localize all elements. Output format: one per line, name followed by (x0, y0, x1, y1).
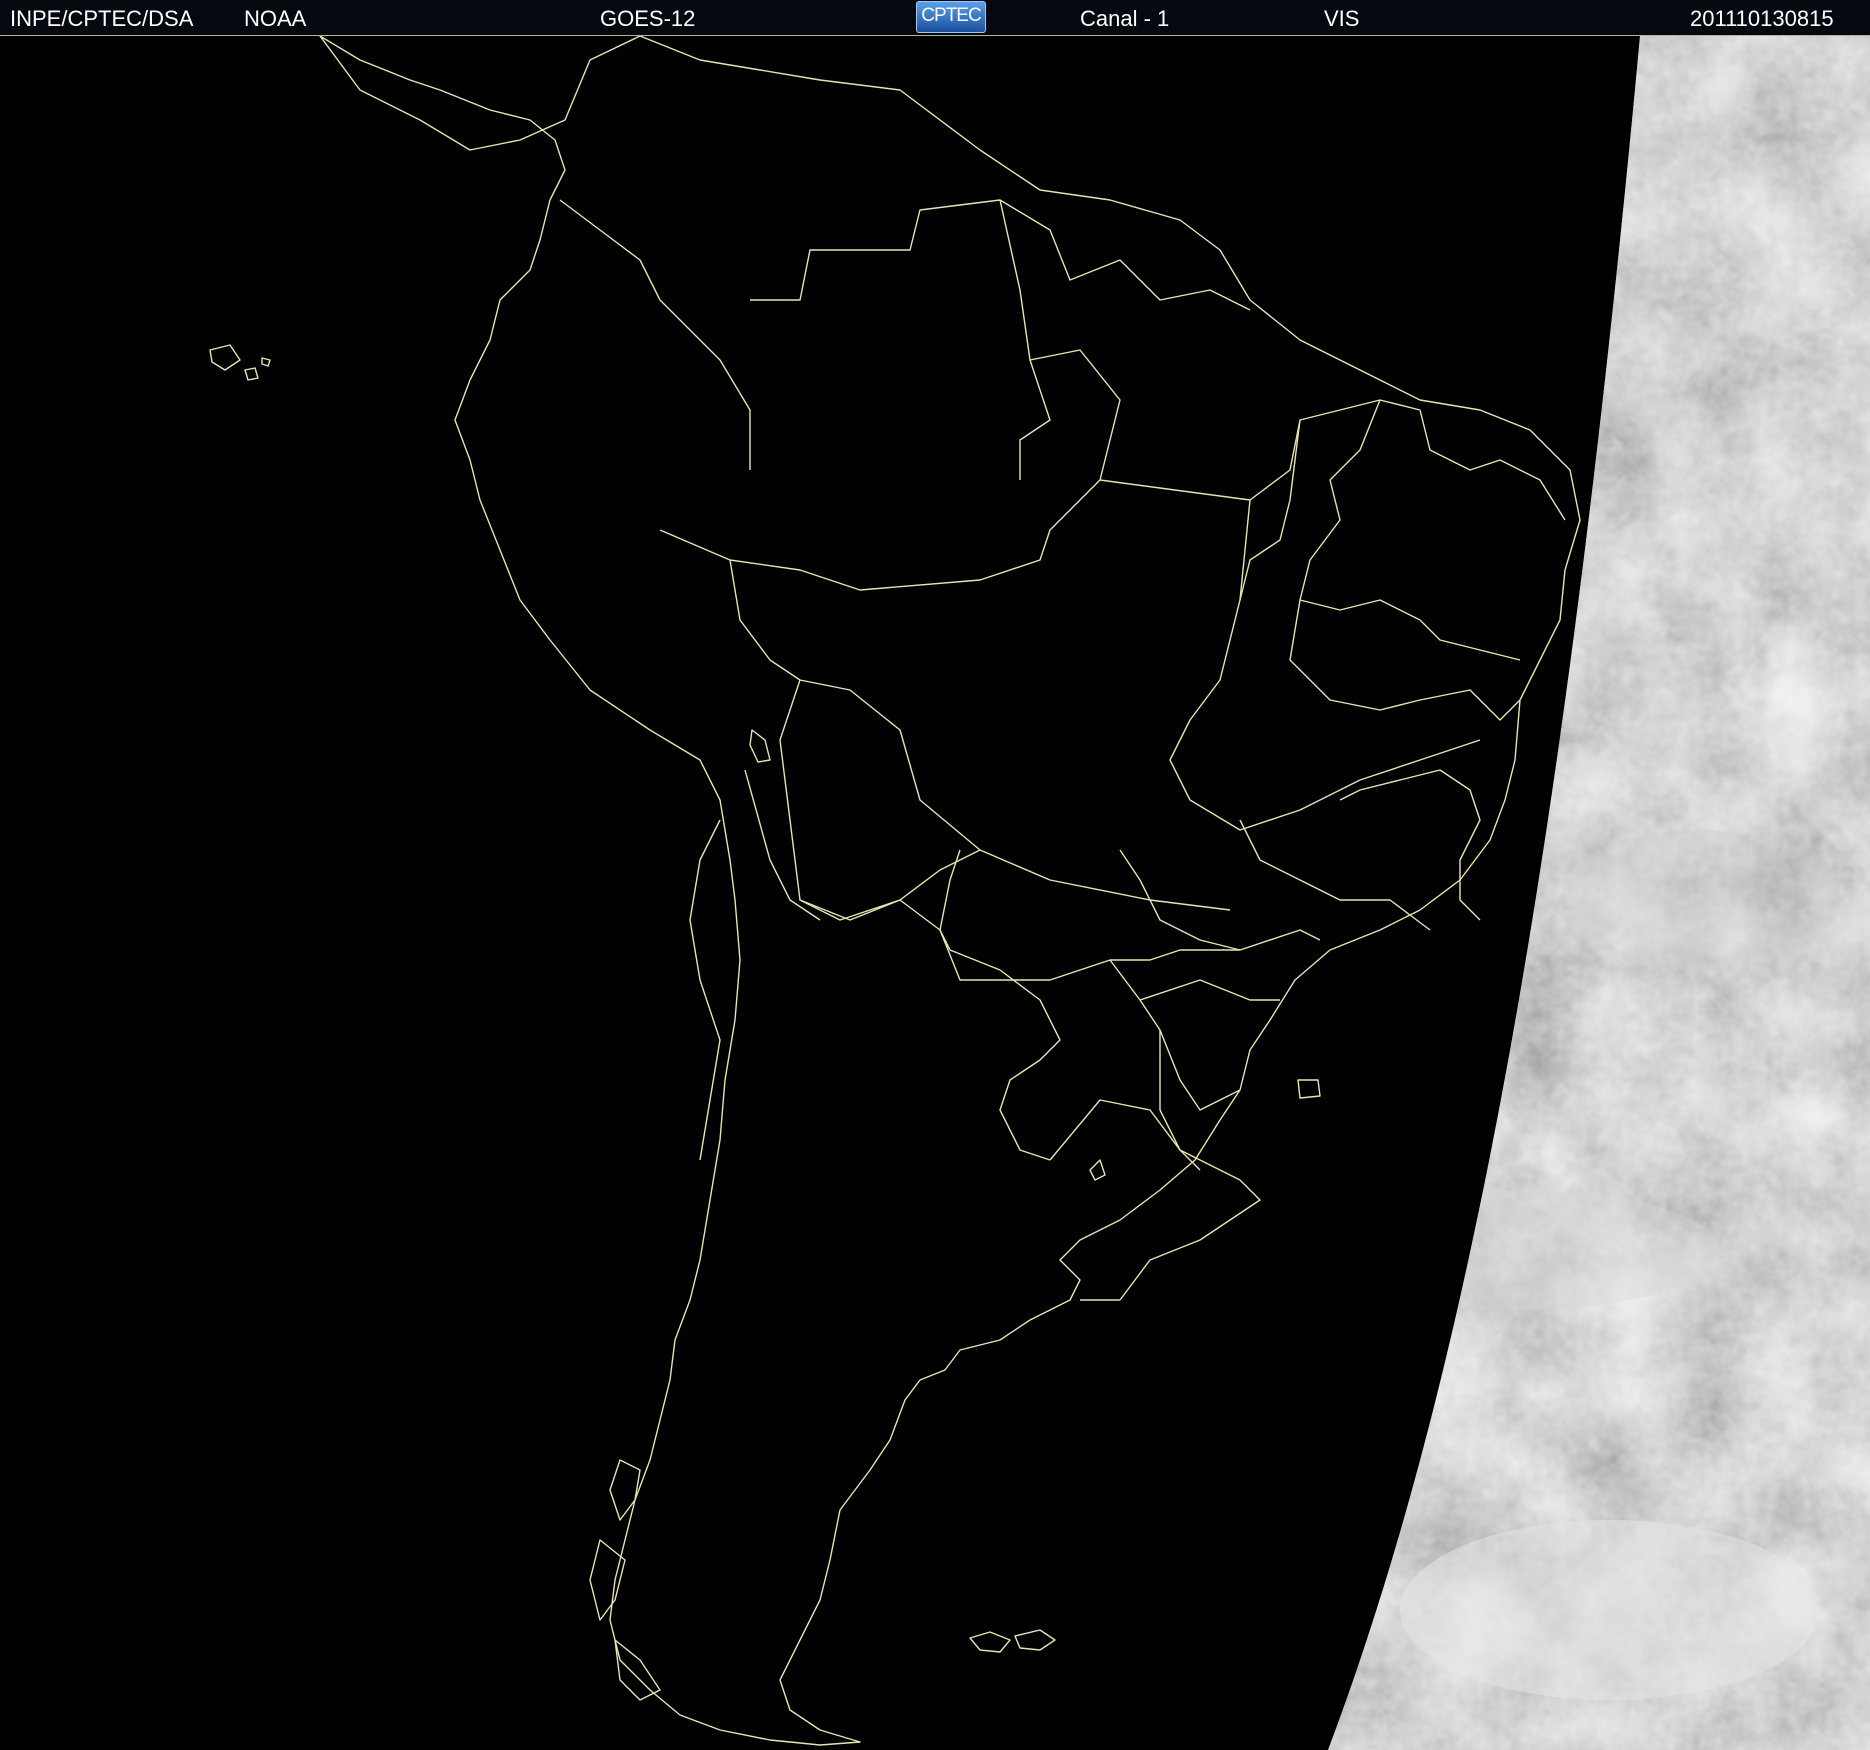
channel-label: Canal - 1 (1080, 6, 1170, 31)
timestamp-label: 201110130815 (1690, 6, 1834, 31)
image-header: INPE/CPTEC/DSA NOAA GOES-12 CPTEC Canal … (0, 0, 1870, 36)
satellite-map (0, 36, 1870, 1750)
band-label: VIS (1324, 6, 1360, 31)
agency-label: INPE/CPTEC/DSA (10, 6, 194, 31)
satellite-label: GOES-12 (600, 6, 696, 31)
cptec-logo: CPTEC (916, 1, 986, 33)
source-label: NOAA (244, 6, 307, 31)
